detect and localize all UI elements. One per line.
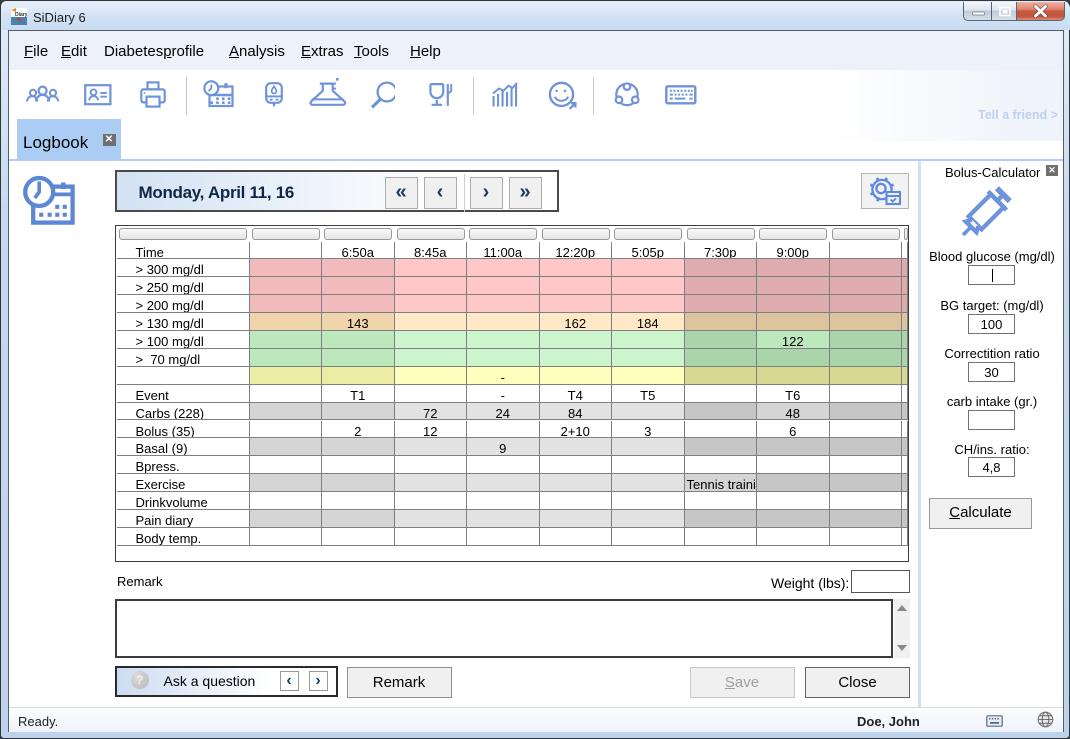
svg-text:Diary: Diary [15,12,27,18]
